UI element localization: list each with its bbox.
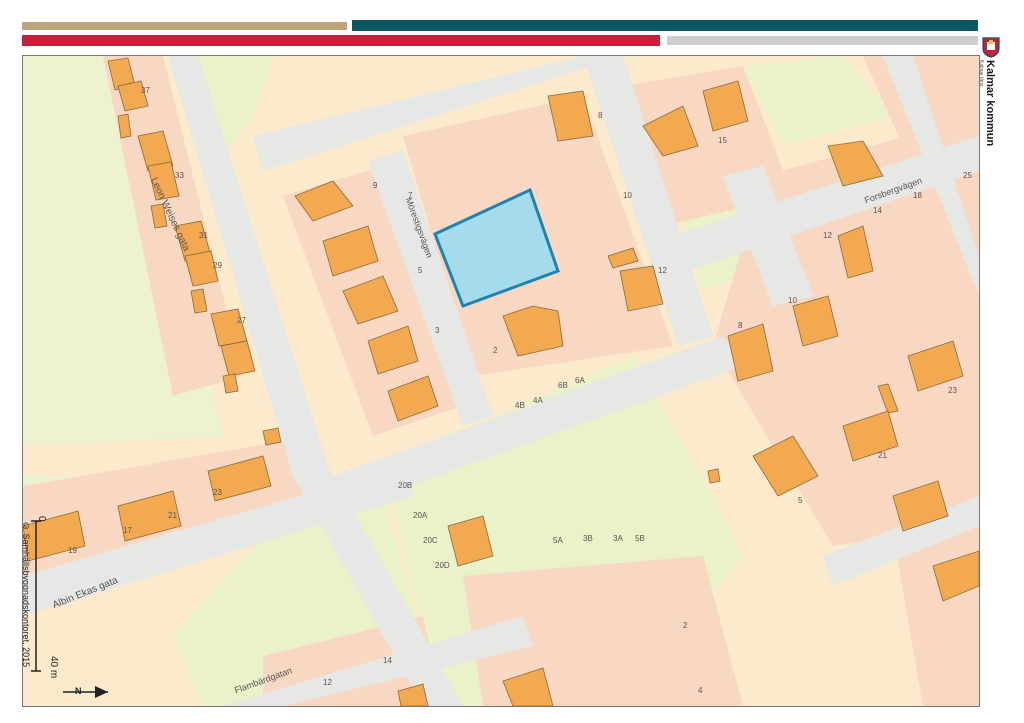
house-number: 5 [418,266,423,275]
coat-of-arms-logo [980,36,1002,58]
house-number: 12 [323,678,332,687]
scale-end-label: 40 m [48,656,59,679]
house-number: 10 [788,296,797,305]
building [262,427,282,446]
header-bar-gray [667,36,978,45]
house-number: 12 [658,266,667,275]
house-number: 5 [798,496,803,505]
header-bar-tan [22,22,347,30]
house-number: 12 [823,231,832,240]
house-number: 33 [175,171,184,180]
header-bar-red [22,35,660,46]
house-number: 15 [718,136,727,145]
house-number: 20C [423,536,438,545]
house-number: 8 [598,111,603,120]
house-number: 21 [168,511,177,520]
house-number: 3B [583,534,593,543]
house-number: 18 [913,191,922,200]
house-number: 3A [613,534,623,543]
house-number: 5A [553,536,563,545]
house-number: 2 [683,621,688,630]
house-number: 20B [398,481,413,490]
house-number: 31 [199,231,208,240]
house-number: 17 [123,526,132,535]
house-number: 27 [237,316,246,325]
house-number: 4B [515,401,525,410]
house-number: 10 [623,191,632,200]
house-number: 23 [213,488,222,497]
house-number: 3 [435,326,440,335]
house-number: 9 [373,181,378,190]
house-number: 25 [963,171,972,180]
scale-start-label: 0 [36,516,47,522]
house-number: 4A [533,396,543,405]
house-number: 29 [213,261,222,270]
house-number: 5B [635,534,645,543]
house-number: 14 [873,206,882,215]
copyright-text: © Samhällsbyggnadskontoret, 2015 [22,521,31,668]
house-number: 7 [408,191,413,200]
house-number: 21 [878,451,887,460]
house-number: 2 [493,346,498,355]
map-view[interactable]: Leon Weises gata Mörestigsvägen Forsberg… [22,55,980,707]
house-number: 37 [141,86,150,95]
house-number: 6B [558,381,568,390]
house-number: 6A [575,376,585,385]
building [707,468,721,484]
brand-name: Kalmar kommun [984,60,996,147]
house-number: 8 [738,321,743,330]
header-bar-teal [352,20,978,31]
north-label: N [75,686,82,696]
map-canvas [23,56,979,706]
house-number: 23 [948,386,957,395]
house-number: 19 [68,546,77,555]
house-number: 20A [413,511,428,520]
house-number: 14 [383,656,392,665]
house-number: 20D [435,561,450,570]
house-number: 4 [698,686,703,695]
building [222,373,239,394]
